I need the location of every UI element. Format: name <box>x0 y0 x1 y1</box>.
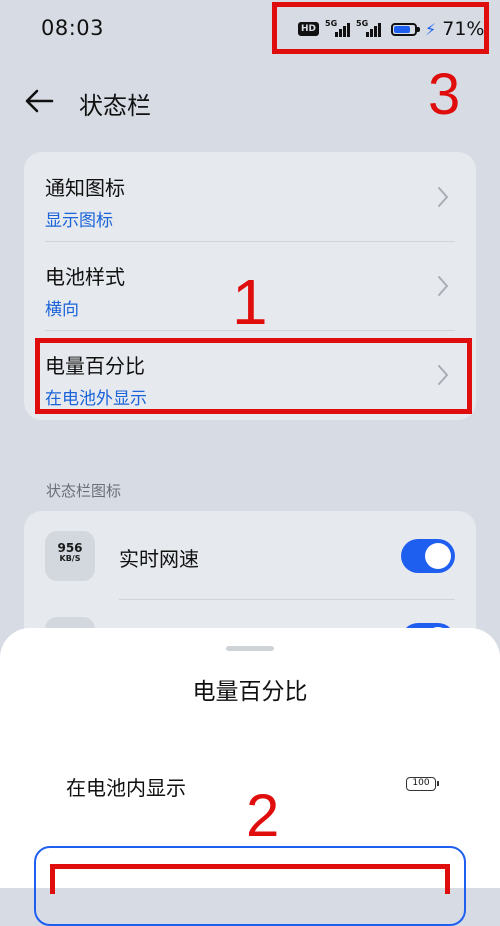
row-title: 通知图标 <box>45 176 125 200</box>
battery-preview-icon: 100 <box>406 777 439 791</box>
row-value: 显示图标 <box>45 211 113 231</box>
annotation-box-option <box>50 864 450 894</box>
page-header: 状态栏 <box>0 72 500 132</box>
annotation-label-1: 1 <box>232 266 268 338</box>
toggle-knob <box>425 543 451 569</box>
speed-icon-unit: KB/S <box>59 554 81 563</box>
option-inside-battery-label[interactable]: 在电池内显示 <box>66 772 186 801</box>
arrow-left-icon[interactable] <box>22 86 56 116</box>
section-title: 状态栏图标 <box>46 482 122 500</box>
annotation-box-battery-percentage <box>35 338 472 414</box>
page-title: 状态栏 <box>79 92 151 120</box>
realtime-speed-toggle[interactable] <box>401 539 455 573</box>
clock: 08:03 <box>41 16 105 40</box>
chevron-right-icon <box>438 276 448 296</box>
row-title: 实时网速 <box>119 547 199 571</box>
realtime-speed-row: 956 KB/S 实时网速 <box>24 511 476 601</box>
network-speed-icon: 956 KB/S <box>45 531 95 581</box>
speed-icon-number: 956 <box>57 541 83 555</box>
divider <box>119 599 455 600</box>
notification-icons-row[interactable]: 通知图标 显示图标 <box>24 152 476 242</box>
annotation-box-status-icons <box>272 2 489 54</box>
chevron-right-icon <box>438 187 448 207</box>
battery-percentage-sheet: 电量百分比 在电池内显示 100 <box>0 628 500 926</box>
sheet-drag-handle[interactable] <box>226 646 274 651</box>
row-value: 横向 <box>45 300 79 320</box>
row-title: 电池样式 <box>45 265 125 289</box>
sheet-title: 电量百分比 <box>192 679 308 705</box>
annotation-label-2: 2 <box>246 782 280 849</box>
